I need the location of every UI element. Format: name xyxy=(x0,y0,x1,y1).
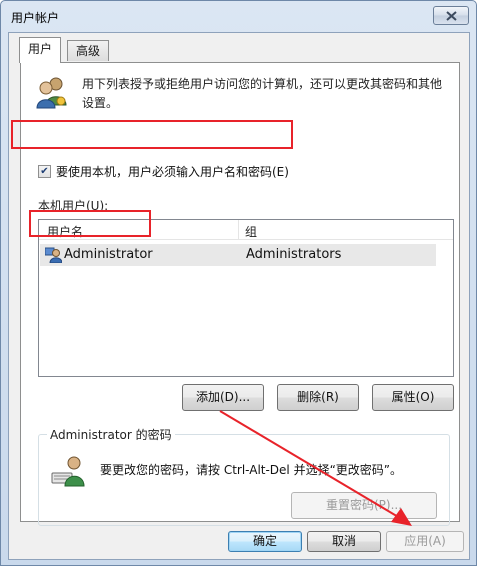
title-bar[interactable]: 用户帐户 xyxy=(1,1,476,33)
require-login-checkbox[interactable]: ✔ xyxy=(38,165,51,178)
tab-users[interactable]: 用户 xyxy=(19,37,62,63)
tab-advanced[interactable]: 高级 xyxy=(67,40,110,61)
table-row[interactable]: Administrator Administrators xyxy=(40,244,436,266)
ok-button[interactable]: 确定 xyxy=(228,531,302,552)
tab-users-label: 用户 xyxy=(28,42,53,56)
password-group-title: Administrator 的密码 xyxy=(47,426,175,443)
users-description: 用下列表授予或拒绝用户访问您的计算机，还可以更改其密码和其他设置。 xyxy=(82,77,443,110)
user-icon xyxy=(45,247,62,263)
row-group: Administrators xyxy=(246,247,342,262)
column-divider[interactable] xyxy=(238,220,239,240)
keyboard-user-icon xyxy=(51,456,85,487)
column-group[interactable]: 组 xyxy=(245,223,257,240)
list-header: 用户名 组 xyxy=(39,220,453,240)
window-title: 用户帐户 xyxy=(11,11,60,25)
apply-button[interactable]: 应用(A) xyxy=(386,531,464,552)
close-icon xyxy=(445,10,457,21)
user-accounts-window: 用户帐户 用户 高级 用下列表授予或拒绝用户访问您的计算机，还可以更改其密码和其… xyxy=(0,0,477,566)
add-user-button[interactable]: 添加(D)... xyxy=(182,384,264,411)
local-users-label: 本机用户(U): xyxy=(38,199,109,213)
remove-user-button[interactable]: 删除(R) xyxy=(277,384,359,411)
properties-button[interactable]: 属性(O) xyxy=(372,384,454,411)
column-username[interactable]: 用户名 xyxy=(47,223,83,240)
close-button[interactable] xyxy=(433,6,469,25)
users-tab-panel: 用下列表授予或拒绝用户访问您的计算机，还可以更改其密码和其他设置。 ✔ 要使用本… xyxy=(20,62,460,526)
users-icon xyxy=(36,77,67,109)
checkmark-icon: ✔ xyxy=(40,165,49,177)
dialog-client-area: 用户 高级 用下列表授予或拒绝用户访问您的计算机，还可以更改其密码和其他设置。 … xyxy=(8,32,470,560)
reset-password-button[interactable]: 重置密码(P)... xyxy=(291,492,437,519)
cancel-button[interactable]: 取消 xyxy=(307,531,381,552)
password-instruction-text: 要更改您的密码，请按 Ctrl-Alt-Del 并选择“更改密码”。 xyxy=(100,463,403,477)
local-users-list[interactable]: 用户名 组 Administrator Administrators xyxy=(38,219,454,377)
require-login-label: 要使用本机，用户必须输入用户名和密码(E) xyxy=(56,165,289,179)
tab-advanced-label: 高级 xyxy=(76,44,101,58)
require-login-checkbox-row[interactable]: ✔ 要使用本机，用户必须输入用户名和密码(E) xyxy=(38,163,289,180)
row-username: Administrator xyxy=(64,247,153,262)
password-groupbox: Administrator 的密码 要更改您的密码，请按 Ctrl-Alt-De… xyxy=(38,426,450,526)
